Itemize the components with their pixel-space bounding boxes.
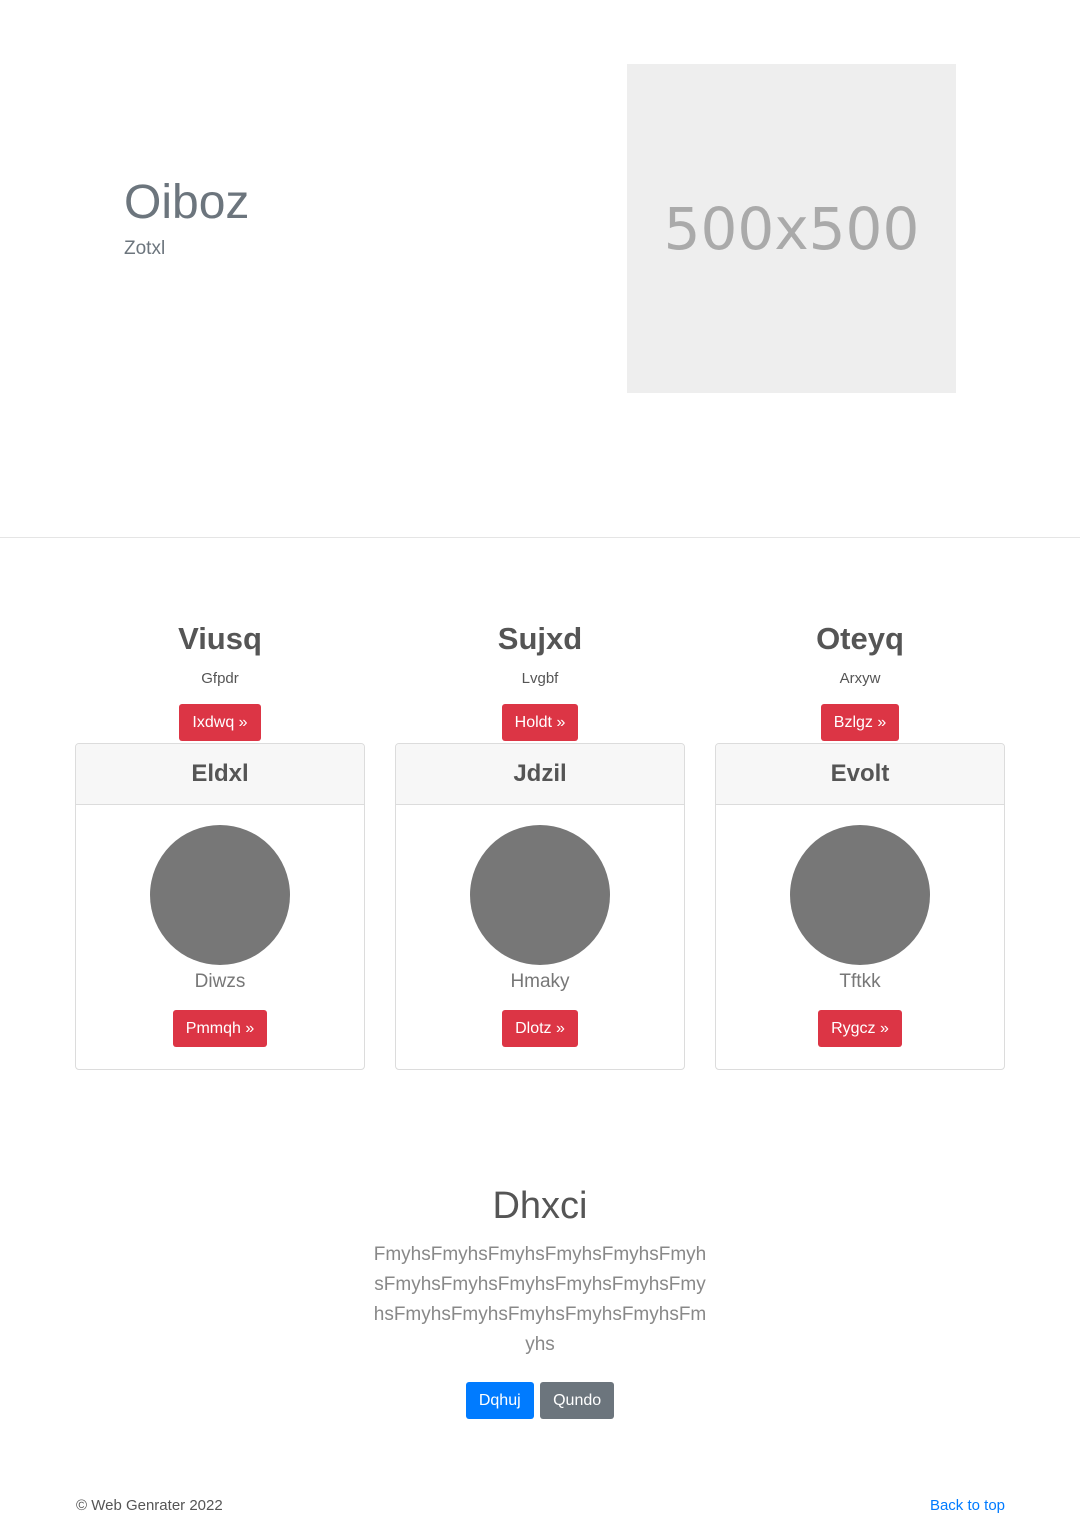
- feature-column-1: Viusq Gfpdr Ixdwq »: [75, 620, 365, 742]
- section-divider: [0, 537, 1080, 538]
- profile-card-2: Jdzil Hmaky Dlotz »: [395, 743, 685, 1070]
- footer-copyright: © Web Genrater 2022: [76, 1497, 223, 1514]
- card-header: Evolt: [716, 744, 1004, 805]
- callout-text: FmyhsFmyhsFmyhsFmyhsFmyhsFmyhsFmyhsFmyhs…: [373, 1243, 707, 1355]
- hero-section: Oiboz Zotxl 500x500: [0, 0, 1080, 537]
- hero-subtitle: Zotxl: [124, 238, 166, 259]
- card-button[interactable]: Dlotz »: [502, 1010, 578, 1048]
- avatar: [150, 825, 290, 965]
- feature-subtitle: Gfpdr: [201, 670, 239, 688]
- callout-title: Dhxci: [492, 1185, 588, 1227]
- feature-column-2: Sujxd Lvgbf Holdt »: [395, 620, 685, 742]
- card-caption: Hmaky: [510, 971, 570, 992]
- secondary-button[interactable]: Qundo: [540, 1381, 615, 1419]
- placeholder-image-label: 500x500: [663, 194, 920, 263]
- card-caption: Tftkk: [839, 971, 881, 992]
- callout-button-group: Dqhuj Qundo: [0, 1381, 1080, 1419]
- card-caption: Diwzs: [194, 971, 246, 992]
- feature-button[interactable]: Holdt »: [501, 704, 579, 742]
- primary-button[interactable]: Dqhuj: [465, 1381, 534, 1419]
- feature-title: Sujxd: [497, 621, 583, 656]
- feature-title: Viusq: [178, 621, 262, 656]
- hero-title: Oiboz: [124, 176, 250, 229]
- profile-card-3: Evolt Tftkk Rygcz »: [715, 743, 1005, 1070]
- page: Oiboz Zotxl 500x500 Viusq Gfpdr Ixdwq » …: [0, 0, 1080, 1518]
- back-to-top-link[interactable]: Back to top: [930, 1497, 1005, 1514]
- feature-subtitle: Arxyw: [839, 670, 881, 688]
- card-button[interactable]: Rygcz »: [818, 1010, 902, 1048]
- feature-subtitle: Lvgbf: [521, 670, 559, 688]
- feature-column-3: Oteyq Arxyw Bzlgz »: [715, 620, 1005, 742]
- hero-placeholder-image: 500x500: [627, 64, 956, 393]
- feature-button[interactable]: Bzlgz »: [820, 704, 900, 742]
- card-header: Eldxl: [76, 744, 364, 805]
- avatar: [790, 825, 930, 965]
- avatar: [470, 825, 610, 965]
- callout-section: Dhxci FmyhsFmyhsFmyhsFmyhsFmyhsFmyhsFmyh…: [0, 1184, 1080, 1419]
- card-button[interactable]: Pmmqh »: [172, 1010, 268, 1048]
- feature-title: Oteyq: [816, 621, 904, 656]
- feature-button[interactable]: Ixdwq »: [179, 704, 261, 742]
- profile-card-1: Eldxl Diwzs Pmmqh »: [75, 743, 365, 1070]
- card-header: Jdzil: [396, 744, 684, 805]
